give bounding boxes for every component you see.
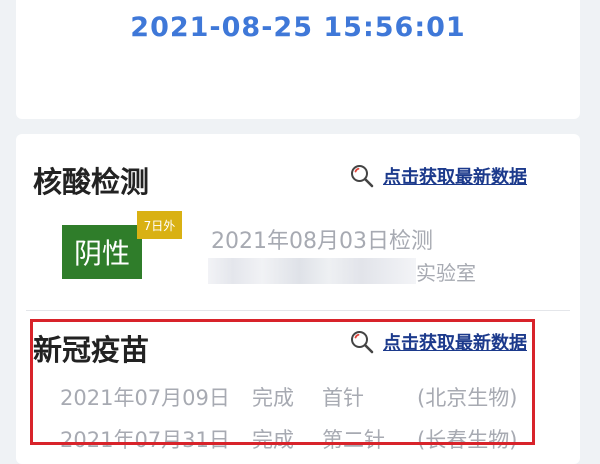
- magnifier-icon: [351, 165, 374, 188]
- negative-result-badge: 阴性: [62, 225, 142, 279]
- test-date: 2021年08月03日检测: [211, 229, 433, 254]
- dose-date: 2021年07月09日: [60, 386, 230, 410]
- vaccine-refresh-link[interactable]: 点击获取最新数据: [349, 329, 527, 355]
- magnifier-icon: [351, 331, 374, 354]
- lab-name-suffix: 实验室: [416, 261, 476, 285]
- dose-manufacturer: (北京生物): [417, 386, 518, 410]
- health-info-card: 核酸检测 点击获取最新数据 阴性 7日外 2021年08月03日检测 实验室 新…: [16, 134, 580, 464]
- nucleic-refresh-link[interactable]: 点击获取最新数据: [349, 163, 527, 189]
- dose-number: 首针: [322, 386, 364, 410]
- section-divider: [26, 310, 570, 311]
- timestamp-card: 2021-08-25 15:56:01: [16, 0, 580, 119]
- vaccine-refresh-label[interactable]: 点击获取最新数据: [383, 329, 527, 355]
- nucleic-refresh-label[interactable]: 点击获取最新数据: [383, 163, 527, 189]
- current-timestamp: 2021-08-25 15:56:01: [130, 12, 466, 43]
- days-tag: 7日外: [137, 211, 182, 239]
- vaccine-title: 新冠疫苗: [33, 333, 150, 367]
- nucleic-test-title: 核酸检测: [33, 165, 150, 199]
- dose-status: 完成: [252, 386, 294, 410]
- lab-name-blurred: [208, 258, 416, 284]
